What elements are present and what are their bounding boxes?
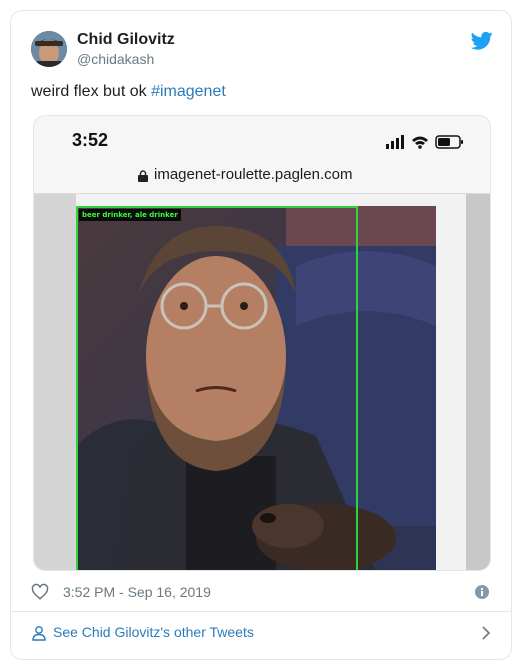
info-icon[interactable]: [475, 585, 489, 599]
phone-status-bar: 3:52: [34, 116, 490, 162]
footer-divider: [11, 611, 511, 612]
tweet-footer[interactable]: See Chid Gilovitz's other Tweets: [31, 623, 493, 647]
hashtag-link[interactable]: #imagenet: [151, 83, 226, 100]
chevron-right-icon[interactable]: [479, 625, 493, 641]
tweet-card: Chid Gilovitz @chidakash weird flex but …: [10, 10, 512, 660]
detection-bounding-box: beer drinker, ale drinker: [76, 206, 358, 570]
tweet-text-main: weird flex but ok: [31, 83, 152, 100]
tweet-header: Chid Gilovitz @chidakash: [31, 29, 493, 73]
web-page-content: beer drinker, ale drinker: [34, 194, 490, 570]
page-margin-left: [34, 194, 76, 570]
person-icon: [32, 626, 46, 641]
browser-url-bar[interactable]: imagenet-roulette.paglen.com: [34, 162, 490, 194]
detection-label: beer drinker, ale drinker: [79, 209, 181, 221]
author-handle[interactable]: @chidakash: [77, 51, 154, 67]
signal-wifi-battery-icon: [386, 135, 463, 149]
classified-photo: beer drinker, ale drinker: [76, 206, 436, 570]
tweet-media[interactable]: 3:52 imagenet-roulette.paglen.com beer d…: [33, 115, 491, 571]
other-tweets-link[interactable]: See Chid Gilovitz's other Tweets: [53, 624, 254, 640]
tweet-text: weird flex but ok #imagenet: [31, 83, 226, 101]
heart-icon[interactable]: [31, 583, 49, 601]
author-name[interactable]: Chid Gilovitz: [77, 31, 175, 49]
twitter-bird-icon[interactable]: [471, 31, 493, 51]
tweet-timestamp[interactable]: 3:52 PM - Sep 16, 2019: [63, 584, 211, 600]
phone-clock: 3:52: [72, 130, 109, 150]
tweet-meta: 3:52 PM - Sep 16, 2019: [31, 583, 493, 607]
lock-icon: [138, 170, 148, 182]
avatar[interactable]: [31, 31, 67, 67]
url-text[interactable]: imagenet-roulette.paglen.com: [154, 166, 352, 183]
page-scrollbar[interactable]: [466, 194, 490, 570]
